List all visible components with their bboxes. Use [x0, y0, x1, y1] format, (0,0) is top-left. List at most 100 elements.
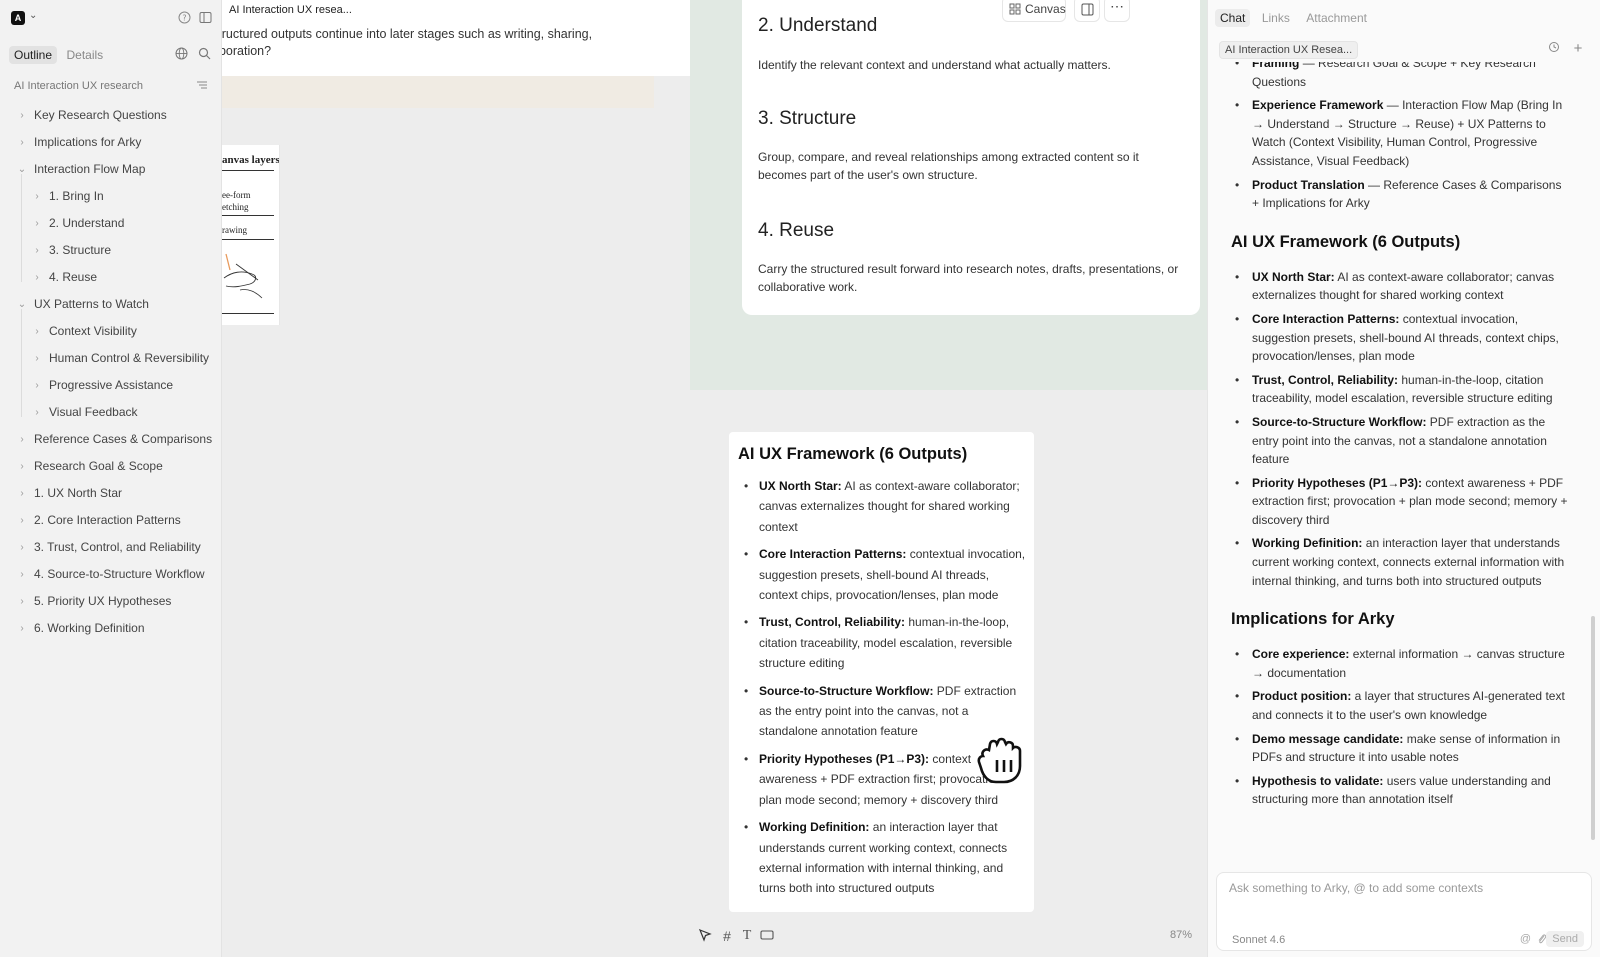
outline-item[interactable]: › Reference Cases & Comparisons — [0, 426, 221, 453]
outline-item[interactable]: › 2. Core Interaction Patterns — [0, 507, 221, 534]
chevron-down-icon[interactable]: ⌄ — [17, 291, 27, 318]
grab-hand-cursor-icon — [977, 737, 1022, 784]
outline-item[interactable]: ⌄ Interaction Flow Map — [0, 156, 221, 183]
chat-tabs: Chat Links Attachment — [1215, 9, 1374, 29]
mention-icon[interactable]: @ — [1520, 933, 1531, 945]
outline-item[interactable]: ⌄ UX Patterns to Watch — [0, 291, 221, 318]
outline-item-label: Reference Cases & Comparisons — [34, 432, 213, 446]
chevron-right-icon[interactable]: › — [17, 129, 27, 156]
outline-item[interactable]: › 6. Working Definition — [0, 615, 221, 642]
context-doc-chip[interactable]: AI Interaction UX Resea... — [1219, 41, 1359, 59]
sketch-image-card[interactable]: anvas layers. ee-form etching rawing — [222, 145, 280, 325]
new-chat-plus-icon[interactable]: + — [1570, 41, 1586, 57]
chat-implication-item-label: Product position: — [1252, 689, 1352, 704]
app-logo-icon[interactable]: A — [11, 11, 25, 25]
outline-item[interactable]: › 5. Priority UX Hypotheses — [0, 588, 221, 615]
chat-input-placeholder[interactable]: Ask something to Arky, @ to add some con… — [1229, 881, 1483, 895]
framework-card[interactable]: AI UX Framework (6 Outputs) UX North Sta… — [729, 432, 1034, 912]
outline-item[interactable]: › Visual Feedback — [0, 399, 221, 426]
outline-item[interactable]: › Research Goal & Scope — [0, 453, 221, 480]
tab-details[interactable]: Details — [61, 46, 108, 64]
outline-item[interactable]: › 1. UX North Star — [0, 480, 221, 507]
outline-item[interactable]: › 4. Source-to-Structure Workflow — [0, 561, 221, 588]
chevron-right-icon[interactable]: › — [32, 210, 42, 237]
framework-item-label: Trust, Control, Reliability: — [759, 615, 906, 630]
chat-input-box[interactable]: Ask something to Arky, @ to add some con… — [1216, 872, 1592, 951]
outline-item-label: Context Visibility — [49, 324, 137, 338]
chat-implication-item: Hypothesis to validate: users value unde… — [1229, 772, 1569, 809]
grid-icon — [1009, 3, 1021, 15]
history-icon[interactable] — [1546, 41, 1562, 57]
outline-item-label: 4. Source-to-Structure Workflow — [34, 567, 205, 581]
outline-item[interactable]: › 3. Trust, Control, and Reliability — [0, 534, 221, 561]
canvas-area[interactable]: AI Interaction UX resea... structured ou… — [222, 0, 1207, 957]
outline-item[interactable]: › 1. Bring In — [0, 183, 221, 210]
outline-filter-icon[interactable] — [194, 79, 210, 95]
canvas-button[interactable]: Canvas — [1002, 0, 1066, 22]
divider — [222, 313, 274, 314]
chat-summary-item: Experience Framework — Interaction Flow … — [1229, 96, 1569, 170]
chevron-down-icon[interactable]: ⌄ — [29, 10, 37, 21]
framework-item-label: Core Interaction Patterns: — [759, 547, 907, 562]
outline-item-label: Human Control & Reversibility — [49, 351, 210, 365]
tab-links[interactable]: Links — [1257, 9, 1295, 27]
chevron-right-icon[interactable]: › — [17, 561, 27, 588]
flow-steps-card[interactable]: Canvas ⋯ 2. Understand Identify the rele… — [742, 0, 1200, 315]
framework-title: AI UX Framework (6 Outputs) — [738, 445, 968, 463]
toggle-sidebar-icon[interactable] — [197, 11, 213, 27]
chevron-right-icon[interactable]: › — [32, 345, 42, 372]
outline-item[interactable]: › 2. Understand — [0, 210, 221, 237]
chat-framework-item: Source-to-Structure Workflow: PDF extrac… — [1229, 413, 1569, 469]
divider — [222, 215, 274, 216]
chat-panel: Chat Links Attachment AI Interaction UX … — [1207, 0, 1600, 957]
chevron-right-icon[interactable]: › — [32, 318, 42, 345]
chevron-right-icon[interactable]: › — [32, 372, 42, 399]
tab-chat[interactable]: Chat — [1215, 9, 1251, 27]
chevron-right-icon[interactable]: › — [17, 507, 27, 534]
tab-outline[interactable]: Outline — [9, 46, 58, 64]
chat-implication-item: Product position: a layer that structure… — [1229, 687, 1569, 724]
chat-framework-item-label: Working Definition: — [1252, 536, 1363, 551]
chevron-right-icon[interactable]: › — [17, 453, 27, 480]
pointer-tool-icon[interactable] — [697, 928, 713, 944]
chevron-right-icon[interactable]: › — [17, 615, 27, 642]
split-view-button[interactable] — [1074, 0, 1100, 22]
chat-framework-list: UX North Star: AI as context-aware colla… — [1229, 268, 1569, 591]
chevron-right-icon[interactable]: › — [17, 102, 27, 129]
chevron-right-icon[interactable]: › — [32, 399, 42, 426]
outline-item[interactable]: › Progressive Assistance — [0, 372, 221, 399]
chevron-right-icon[interactable]: › — [17, 588, 27, 615]
more-options-button[interactable]: ⋯ — [1104, 0, 1130, 22]
chevron-right-icon[interactable]: › — [32, 183, 42, 210]
framework-item: Source-to-Structure Workflow: PDF extrac… — [738, 681, 1028, 742]
sketch-text: etching — [222, 202, 249, 212]
outline-item[interactable]: › Implications for Arky — [0, 129, 221, 156]
chevron-right-icon[interactable]: › — [32, 237, 42, 264]
beige-section: AI Interaction UX resea... structured ou… — [222, 0, 842, 108]
chevron-right-icon[interactable]: › — [32, 264, 42, 291]
search-icon[interactable] — [196, 47, 212, 63]
help-icon[interactable]: ? — [176, 11, 192, 27]
outline-item[interactable]: › Context Visibility — [0, 318, 221, 345]
rectangle-tool-icon[interactable] — [759, 928, 775, 944]
chat-messages[interactable]: Framing — Research Goal & Scope + Key Re… — [1208, 62, 1600, 868]
chevron-right-icon[interactable]: › — [17, 534, 27, 561]
outline-item[interactable]: › Key Research Questions — [0, 102, 221, 129]
card-source-tag[interactable]: AI Interaction UX resea... — [225, 2, 356, 18]
outline-item[interactable]: › Human Control & Reversibility — [0, 345, 221, 372]
tab-attachment[interactable]: Attachment — [1301, 9, 1372, 27]
send-button[interactable]: Send — [1546, 931, 1584, 947]
globe-icon[interactable] — [173, 47, 189, 63]
outline-item-label: Interaction Flow Map — [34, 162, 146, 176]
outline-item[interactable]: › 4. Reuse — [0, 264, 221, 291]
chevron-right-icon[interactable]: › — [17, 480, 27, 507]
divider — [222, 170, 274, 171]
outline-item[interactable]: › 3. Structure — [0, 237, 221, 264]
text-tool-icon[interactable]: T — [739, 928, 755, 944]
model-selector[interactable]: Sonnet 4.6 — [1232, 934, 1285, 946]
chevron-right-icon[interactable]: › — [17, 426, 27, 453]
chat-scrollbar[interactable] — [1591, 616, 1595, 840]
chevron-down-icon[interactable]: ⌄ — [17, 156, 27, 183]
zoom-level[interactable]: 87% — [1170, 929, 1192, 941]
frame-tool-icon[interactable]: # — [719, 928, 735, 944]
